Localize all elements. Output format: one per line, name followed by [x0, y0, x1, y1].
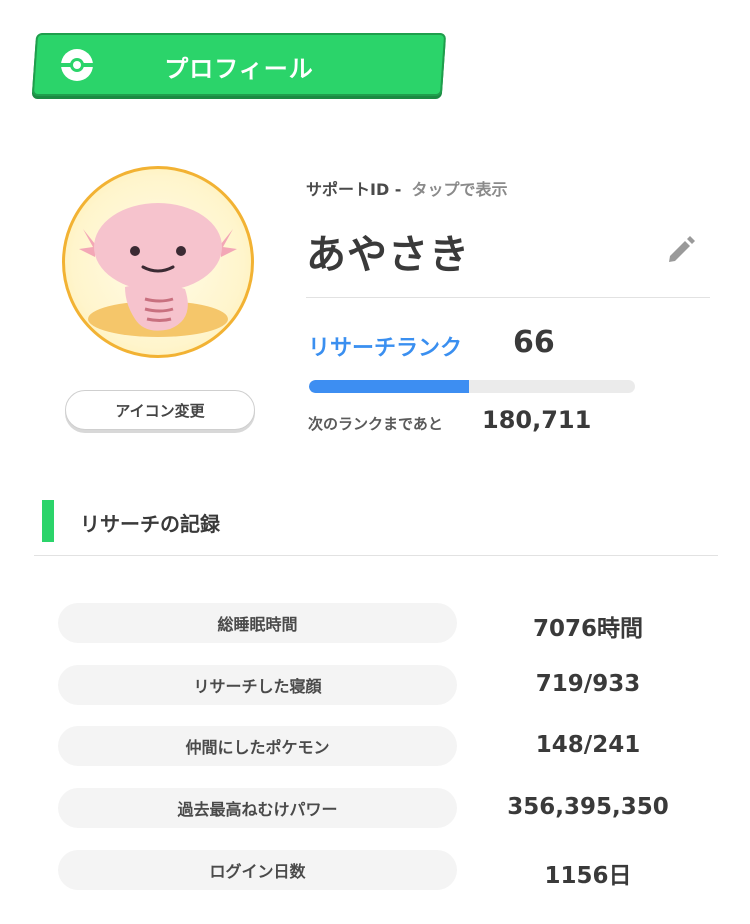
profile-header-banner: プロフィール [31, 33, 447, 96]
record-value: 148/241 [535, 732, 641, 758]
next-rank-label: 次のランクまであと [308, 415, 443, 433]
record-label: リサーチした寝顔 [58, 665, 457, 705]
change-icon-button[interactable]: アイコン変更 [65, 390, 255, 430]
section-marker [42, 500, 54, 542]
username: あやさき [306, 232, 470, 278]
record-label: 仲間にしたポケモン [58, 726, 457, 766]
avatar [62, 166, 254, 358]
next-rank-value: 180,711 [482, 406, 592, 434]
record-value: 356,395,350 [507, 794, 669, 820]
record-value: 1156日 [544, 863, 632, 889]
record-value: 719/933 [535, 671, 641, 697]
wooper-icon [79, 203, 237, 337]
rank-progress-bar [309, 380, 635, 393]
divider [34, 555, 718, 556]
pencil-icon[interactable] [664, 232, 698, 266]
record-value: 7076時間 [532, 616, 643, 642]
research-rank-label: リサーチランク [308, 336, 463, 361]
page-title: プロフィール [164, 55, 314, 83]
research-rank-value: 66 [513, 325, 555, 360]
support-id-label: サポートID - [306, 180, 402, 199]
record-label: ログイン日数 [58, 850, 457, 890]
record-label: 総睡眠時間 [58, 603, 457, 643]
support-id-tap-hint[interactable]: タップで表示 [411, 180, 507, 199]
rank-progress-fill [309, 380, 469, 393]
support-id[interactable]: サポートID - タップで表示 [306, 176, 507, 200]
divider [306, 297, 710, 298]
record-label: 過去最高ねむけパワー [58, 788, 457, 828]
section-title: リサーチの記録 [80, 512, 220, 536]
